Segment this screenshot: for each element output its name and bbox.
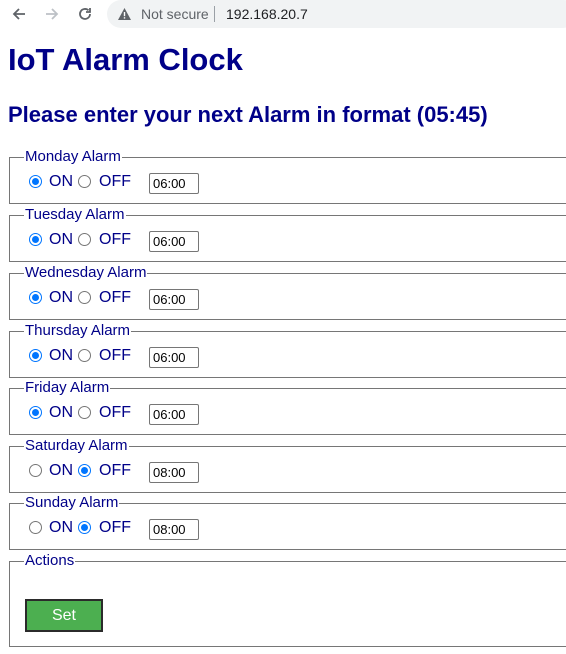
- on-radio[interactable]: [29, 521, 42, 534]
- on-label[interactable]: ON: [49, 289, 73, 306]
- off-radio[interactable]: [78, 464, 91, 477]
- on-radio[interactable]: [29, 406, 42, 419]
- thursday-alarm-legend: Thursday Alarm: [24, 322, 132, 339]
- set-button[interactable]: Set: [25, 599, 103, 632]
- saturday-alarm-fieldset: Saturday Alarm ON OFF 08:00: [9, 437, 566, 493]
- time-input[interactable]: 06:00: [149, 173, 199, 194]
- friday-alarm-legend: Friday Alarm: [24, 379, 111, 396]
- reload-icon[interactable]: [75, 4, 95, 24]
- thursday-alarm-fieldset: Thursday Alarm ON OFF 06:00: [9, 322, 566, 378]
- address-bar[interactable]: Not secure 192.168.20.7: [107, 0, 566, 28]
- actions-fieldset: Actions Set: [9, 552, 566, 647]
- wednesday-alarm-legend: Wednesday Alarm: [24, 264, 148, 281]
- time-input[interactable]: 08:00: [149, 519, 199, 540]
- tuesday-alarm-legend: Tuesday Alarm: [24, 206, 126, 223]
- time-input[interactable]: 06:00: [149, 231, 199, 252]
- monday-alarm-fieldset: Monday Alarm ON OFF 06:00: [9, 148, 566, 204]
- off-label[interactable]: OFF: [99, 289, 131, 306]
- off-label[interactable]: OFF: [99, 404, 131, 421]
- time-input[interactable]: 08:00: [149, 462, 199, 483]
- on-label[interactable]: ON: [49, 231, 73, 248]
- time-input[interactable]: 06:00: [149, 404, 199, 425]
- saturday-alarm-legend: Saturday Alarm: [24, 437, 129, 454]
- off-radio[interactable]: [78, 349, 91, 362]
- url-text[interactable]: 192.168.20.7: [226, 6, 308, 22]
- time-input[interactable]: 06:00: [149, 347, 199, 368]
- page-title: IoT Alarm Clock: [8, 42, 243, 77]
- on-label[interactable]: ON: [49, 404, 73, 421]
- back-icon[interactable]: [9, 4, 29, 24]
- on-label[interactable]: ON: [49, 347, 73, 364]
- address-separator: [214, 6, 215, 22]
- sunday-alarm-legend: Sunday Alarm: [24, 494, 120, 511]
- on-label[interactable]: ON: [49, 519, 73, 536]
- off-radio[interactable]: [78, 291, 91, 304]
- page-subtitle: Please enter your next Alarm in format (…: [8, 102, 488, 127]
- off-label[interactable]: OFF: [99, 173, 131, 190]
- monday-alarm-legend: Monday Alarm: [24, 148, 122, 165]
- on-radio[interactable]: [29, 464, 42, 477]
- off-radio[interactable]: [78, 233, 91, 246]
- off-radio[interactable]: [78, 175, 91, 188]
- tuesday-alarm-fieldset: Tuesday Alarm ON OFF 06:00: [9, 206, 566, 262]
- friday-alarm-fieldset: Friday Alarm ON OFF 06:00: [9, 379, 566, 435]
- off-label[interactable]: OFF: [99, 462, 131, 479]
- off-label[interactable]: OFF: [99, 347, 131, 364]
- warning-icon[interactable]: [117, 7, 132, 26]
- off-label[interactable]: OFF: [99, 231, 131, 248]
- wednesday-alarm-fieldset: Wednesday Alarm ON OFF 06:00: [9, 264, 566, 320]
- on-radio[interactable]: [29, 291, 42, 304]
- browser-toolbar: Not secure 192.168.20.7: [0, 0, 566, 28]
- on-radio[interactable]: [29, 175, 42, 188]
- security-status[interactable]: Not secure: [141, 6, 209, 22]
- off-radio[interactable]: [78, 406, 91, 419]
- on-radio[interactable]: [29, 349, 42, 362]
- forward-icon[interactable]: [42, 4, 62, 24]
- off-radio[interactable]: [78, 521, 91, 534]
- actions-legend: Actions: [24, 552, 76, 569]
- on-radio[interactable]: [29, 233, 42, 246]
- off-label[interactable]: OFF: [99, 519, 131, 536]
- on-label[interactable]: ON: [49, 173, 73, 190]
- on-label[interactable]: ON: [49, 462, 73, 479]
- time-input[interactable]: 06:00: [149, 289, 199, 310]
- sunday-alarm-fieldset: Sunday Alarm ON OFF 08:00: [9, 494, 566, 550]
